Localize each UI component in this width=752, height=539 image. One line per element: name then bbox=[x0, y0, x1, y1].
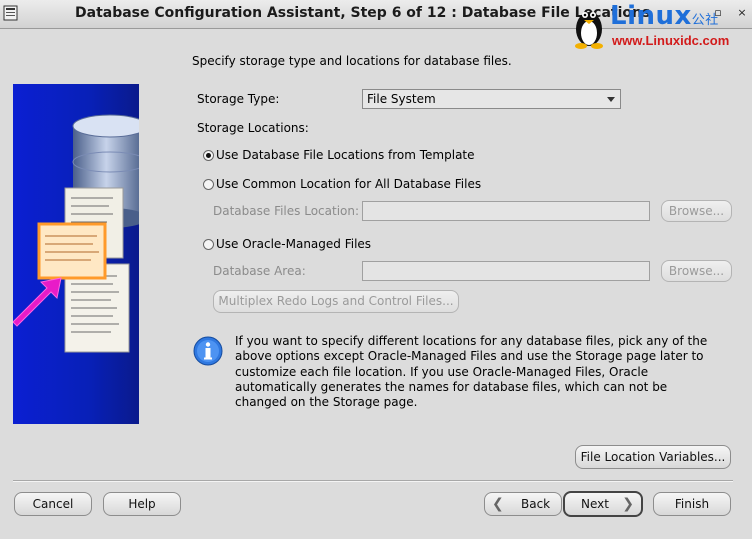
next-button[interactable]: Next ❯ bbox=[563, 491, 643, 517]
database-files-graphic bbox=[13, 114, 139, 353]
storage-locations-label: Storage Locations: bbox=[197, 121, 309, 135]
help-button[interactable]: Help bbox=[103, 492, 181, 516]
browse-db-area-button[interactable]: Browse... bbox=[661, 260, 732, 282]
watermark-url: www.Linuxidc.com bbox=[612, 33, 730, 48]
db-area-label: Database Area: bbox=[213, 264, 306, 278]
storage-type-value: File System bbox=[367, 92, 436, 106]
db-files-location-label: Database Files Location: bbox=[213, 204, 360, 218]
window-title: Database Configuration Assistant, Step 6… bbox=[75, 5, 651, 21]
dca-app-icon[interactable] bbox=[3, 5, 18, 21]
next-button-label: Next bbox=[581, 497, 609, 511]
watermark: Linux公社 www.Linuxidc.com bbox=[570, 1, 748, 49]
option-oracle-managed-label[interactable]: Use Oracle-Managed Files bbox=[216, 237, 371, 251]
info-icon bbox=[193, 336, 223, 366]
chevron-left-icon: ❮ bbox=[492, 496, 504, 512]
browse-files-location-button[interactable]: Browse... bbox=[661, 200, 732, 222]
db-files-location-input[interactable] bbox=[362, 201, 650, 221]
db-area-input[interactable] bbox=[362, 261, 650, 281]
option-template-locations-label[interactable]: Use Database File Locations from Templat… bbox=[216, 148, 475, 162]
chevron-down-icon bbox=[607, 97, 615, 102]
back-button-label: Back bbox=[521, 497, 551, 511]
radio-oracle-managed[interactable] bbox=[203, 239, 214, 250]
wizard-illustration bbox=[13, 84, 139, 424]
finish-button[interactable]: Finish bbox=[653, 492, 731, 516]
cancel-button[interactable]: Cancel bbox=[14, 492, 92, 516]
storage-type-select[interactable]: File System bbox=[362, 89, 621, 109]
multiplex-redo-logs-button[interactable]: Multiplex Redo Logs and Control Files... bbox=[213, 290, 459, 313]
radio-common-location[interactable] bbox=[203, 179, 214, 190]
file-location-variables-button[interactable]: File Location Variables... bbox=[575, 445, 731, 469]
chevron-right-icon: ❯ bbox=[622, 496, 634, 512]
intro-text: Specify storage type and locations for d… bbox=[192, 54, 512, 68]
footer-separator bbox=[13, 480, 733, 482]
radio-template-locations[interactable] bbox=[203, 150, 214, 161]
back-button[interactable]: ❮ Back bbox=[484, 492, 562, 516]
storage-type-label: Storage Type: bbox=[197, 92, 280, 106]
penguin-icon bbox=[575, 12, 603, 49]
watermark-logo: Linux公社 bbox=[610, 1, 719, 31]
option-common-location-label[interactable]: Use Common Location for All Database Fil… bbox=[216, 177, 481, 191]
info-message: If you want to specify different locatio… bbox=[235, 334, 708, 410]
